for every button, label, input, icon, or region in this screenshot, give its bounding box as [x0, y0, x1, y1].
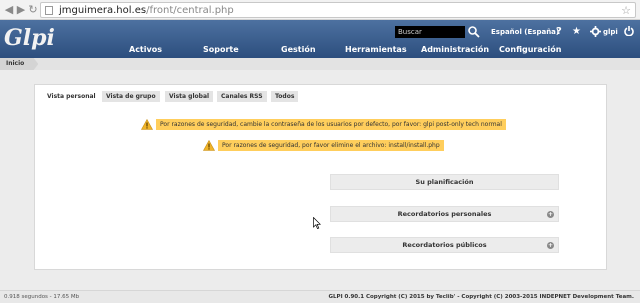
- browser-toolbar: ◀ ▶ ↻ jmguimera.hol.es/front/central.php…: [0, 0, 640, 20]
- breadcrumb: Inicio: [0, 58, 640, 70]
- forward-icon[interactable]: ▶: [15, 3, 27, 17]
- page-icon: [45, 6, 53, 15]
- planning-box[interactable]: Su planificación: [330, 174, 559, 190]
- add-public-reminder-icon[interactable]: +: [547, 242, 554, 249]
- tab-todos[interactable]: Todos: [271, 91, 299, 102]
- search-input[interactable]: [395, 26, 465, 38]
- mouse-cursor-icon: [313, 217, 321, 229]
- bookmark-star-icon[interactable]: ☆: [621, 4, 631, 17]
- favorite-star-icon[interactable]: ★: [572, 25, 581, 39]
- menu-herramientas[interactable]: Herramientas: [345, 45, 407, 55]
- tab-vista-global[interactable]: Vista global: [165, 91, 214, 102]
- copyright-link[interactable]: GLPI 0.90.1 Copyright (C) 2015 by Teclib…: [329, 292, 634, 303]
- render-timing: 0.918 segundos - 17.65 Mb: [4, 294, 80, 300]
- tab-canales-rss[interactable]: Canales RSS: [217, 91, 267, 102]
- menu-soporte[interactable]: Soporte: [203, 45, 239, 55]
- user-menu[interactable]: glpi: [603, 26, 618, 38]
- public-reminders-box[interactable]: Recordatorios públicos +: [330, 237, 559, 253]
- glpi-logo[interactable]: Glpi: [4, 24, 55, 52]
- app-header: Glpi Español (España) ? ★ glpi Activos S…: [0, 20, 640, 58]
- menu-administracion[interactable]: Administración: [421, 45, 489, 55]
- footer: 0.918 segundos - 17.65 Mb GLPI 0.90.1 Co…: [0, 290, 640, 303]
- add-personal-reminder-icon[interactable]: +: [547, 211, 554, 218]
- central-panel: Vista personal Vista de grupo Vista glob…: [34, 84, 607, 270]
- menu-activos[interactable]: Activos: [129, 45, 162, 55]
- breadcrumb-home[interactable]: Inicio: [0, 58, 39, 70]
- planning-title: Su planificación: [415, 178, 474, 186]
- public-reminders-title: Recordatorios públicos: [402, 241, 487, 249]
- menu-gestion[interactable]: Gestión: [281, 45, 316, 55]
- security-warning-passwords: Por razones de seguridad, cambie la cont…: [156, 119, 506, 130]
- personal-reminders-box[interactable]: Recordatorios personales +: [330, 206, 559, 222]
- gear-icon[interactable]: [590, 26, 601, 37]
- warning-icon: [141, 119, 153, 130]
- menu-configuracion[interactable]: Configuración: [499, 45, 561, 55]
- security-warning-install-file: Por razones de seguridad, por favor elim…: [218, 140, 444, 151]
- tab-vista-de-grupo[interactable]: Vista de grupo: [102, 91, 160, 102]
- warning-icon: [203, 140, 215, 151]
- url-text: jmguimera.hol.es/front/central.php: [59, 5, 234, 16]
- reload-icon[interactable]: ↻: [27, 3, 39, 17]
- search-icon[interactable]: [467, 25, 481, 39]
- tab-vista-personal[interactable]: Vista personal: [43, 91, 100, 102]
- help-icon[interactable]: ?: [556, 25, 562, 39]
- address-bar[interactable]: jmguimera.hol.es/front/central.php ☆: [40, 2, 636, 18]
- back-icon[interactable]: ◀: [3, 3, 15, 17]
- personal-reminders-title: Recordatorios personales: [397, 210, 492, 218]
- logout-icon[interactable]: [624, 26, 634, 36]
- language-selector[interactable]: Español (España): [491, 26, 559, 38]
